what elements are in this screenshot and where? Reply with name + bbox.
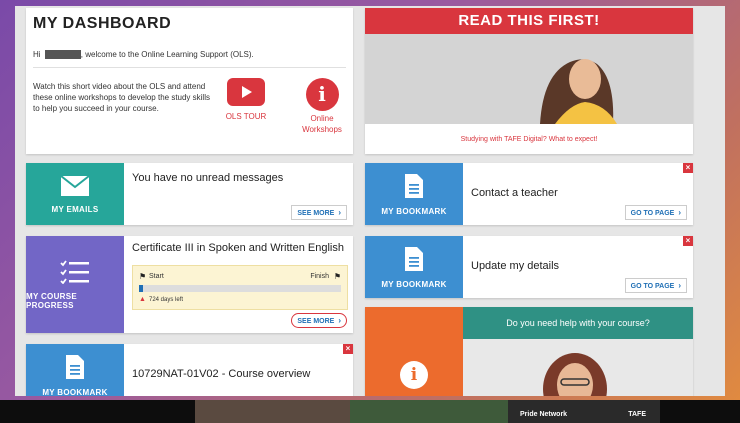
- window-frame: MY DASHBOARD Hi , welcome to the Online …: [0, 0, 740, 400]
- participant-tile: Pride Network TAFE: [508, 400, 660, 423]
- dashboard-card: MY DASHBOARD Hi , welcome to the Online …: [26, 8, 353, 154]
- start-flag-icon: ⚑: [139, 272, 147, 281]
- help-photo: [463, 339, 693, 396]
- ols-tour-button[interactable]: OLS TOUR: [224, 78, 268, 121]
- chevron-right-icon: ›: [338, 316, 341, 325]
- course-overview-card: MY BOOKMARK 10729NAT-01V02 - Course over…: [26, 344, 353, 396]
- emails-tile-label: MY EMAILS: [51, 204, 99, 214]
- page-title: MY DASHBOARD: [33, 15, 172, 32]
- bookmark-tile-label: MY BOOKMARK: [381, 279, 447, 289]
- emails-card: MY EMAILS You have no unread messages SE…: [26, 163, 353, 225]
- brand-label: TAFE: [628, 411, 646, 418]
- help-header: Do you need help with your course?: [463, 307, 693, 339]
- document-icon: [405, 246, 423, 271]
- go-to-page-label: GO TO PAGE: [630, 283, 675, 290]
- greeting: Hi , welcome to the Online Learning Supp…: [33, 50, 254, 60]
- emails-see-more-button[interactable]: SEE MORE ›: [291, 205, 347, 220]
- progress-start: Start: [149, 273, 164, 280]
- close-icon[interactable]: ×: [683, 236, 693, 246]
- envelope-icon: [60, 174, 90, 196]
- course-progress-tile-label: MY COURSE PROGRESS: [26, 291, 78, 310]
- promo-caption[interactable]: Studying with TAFE Digital? What to expe…: [365, 136, 693, 143]
- finish-flag-icon: ⚑: [333, 272, 341, 281]
- participant-tile: [195, 400, 350, 423]
- course-name: Certificate III in Spoken and Written En…: [132, 242, 344, 254]
- document-icon: [66, 354, 84, 379]
- greeting-suffix: , welcome to the Online Learning Support…: [80, 50, 254, 59]
- update-details-card: MY BOOKMARK Update my details × GO TO PA…: [365, 236, 693, 298]
- see-more-label: SEE MORE: [297, 318, 335, 325]
- play-icon: [227, 78, 265, 106]
- warning-icon: ▲: [139, 296, 146, 303]
- progress-box: ⚑ Start Finish ⚑ ▲ 724 days left: [132, 265, 348, 310]
- progress-fill: [139, 285, 144, 292]
- participant-tile: [350, 400, 508, 423]
- read-first-header: READ THIS FIRST!: [365, 8, 693, 34]
- bookmark-tile-label: MY BOOKMARK: [381, 206, 447, 216]
- course-progress-tile[interactable]: MY COURSE PROGRESS: [26, 236, 124, 333]
- online-workshops-button[interactable]: i Online Workshops: [294, 78, 350, 135]
- bookmark-tile[interactable]: MY BOOKMARK: [365, 236, 463, 298]
- contact-teacher-title: Contact a teacher: [471, 187, 558, 199]
- dashboard-viewport: MY DASHBOARD Hi , welcome to the Online …: [15, 6, 725, 396]
- details-go-to-page-button[interactable]: GO TO PAGE ›: [624, 278, 687, 293]
- divider: [33, 67, 346, 68]
- emails-message: You have no unread messages: [132, 172, 284, 184]
- ols-tour-label: OLS TOUR: [225, 112, 267, 121]
- document-icon: [405, 173, 423, 198]
- redacted-name: [44, 50, 81, 60]
- contact-go-to-page-button[interactable]: GO TO PAGE ›: [624, 205, 687, 220]
- chevron-right-icon: ›: [338, 208, 341, 217]
- info-icon: i: [305, 78, 339, 111]
- help-tile: i: [365, 307, 463, 396]
- checklist-icon: [60, 259, 89, 284]
- progress-finish: Finish: [310, 273, 329, 280]
- greeting-prefix: Hi: [33, 50, 41, 59]
- bookmark-tile[interactable]: MY BOOKMARK: [26, 344, 124, 396]
- days-left: 724 days left: [149, 297, 184, 303]
- go-to-page-label: GO TO PAGE: [630, 210, 675, 217]
- chevron-right-icon: ›: [678, 208, 681, 217]
- bookmark-tile[interactable]: MY BOOKMARK: [365, 163, 463, 225]
- video-call-strip: Pride Network TAFE: [0, 400, 740, 423]
- intro-text: Watch this short video about the OLS and…: [33, 82, 210, 113]
- close-icon[interactable]: ×: [343, 344, 353, 354]
- bookmark-tile-label: MY BOOKMARK: [42, 387, 108, 397]
- chevron-right-icon: ›: [678, 281, 681, 290]
- see-more-label: SEE MORE: [297, 210, 335, 217]
- course-overview-title: 10729NAT-01V02 - Course overview: [132, 368, 311, 380]
- help-card[interactable]: i Do you need help with your course?: [365, 307, 693, 396]
- promo-photo: [365, 34, 693, 124]
- update-details-title: Update my details: [471, 260, 560, 272]
- emails-tile[interactable]: MY EMAILS: [26, 163, 124, 225]
- course-progress-card: MY COURSE PROGRESS Certificate III in Sp…: [26, 236, 353, 333]
- read-first-card[interactable]: READ THIS FIRST! Studying with TAFE Digi…: [365, 8, 693, 154]
- online-workshops-label: Online Workshops: [302, 114, 342, 134]
- info-icon: i: [400, 361, 428, 389]
- participant-label: Pride Network: [520, 411, 568, 418]
- contact-teacher-card: MY BOOKMARK Contact a teacher × GO TO PA…: [365, 163, 693, 225]
- progress-see-more-button[interactable]: SEE MORE ›: [291, 313, 347, 328]
- close-icon[interactable]: ×: [683, 163, 693, 173]
- progress-bar: [139, 285, 341, 292]
